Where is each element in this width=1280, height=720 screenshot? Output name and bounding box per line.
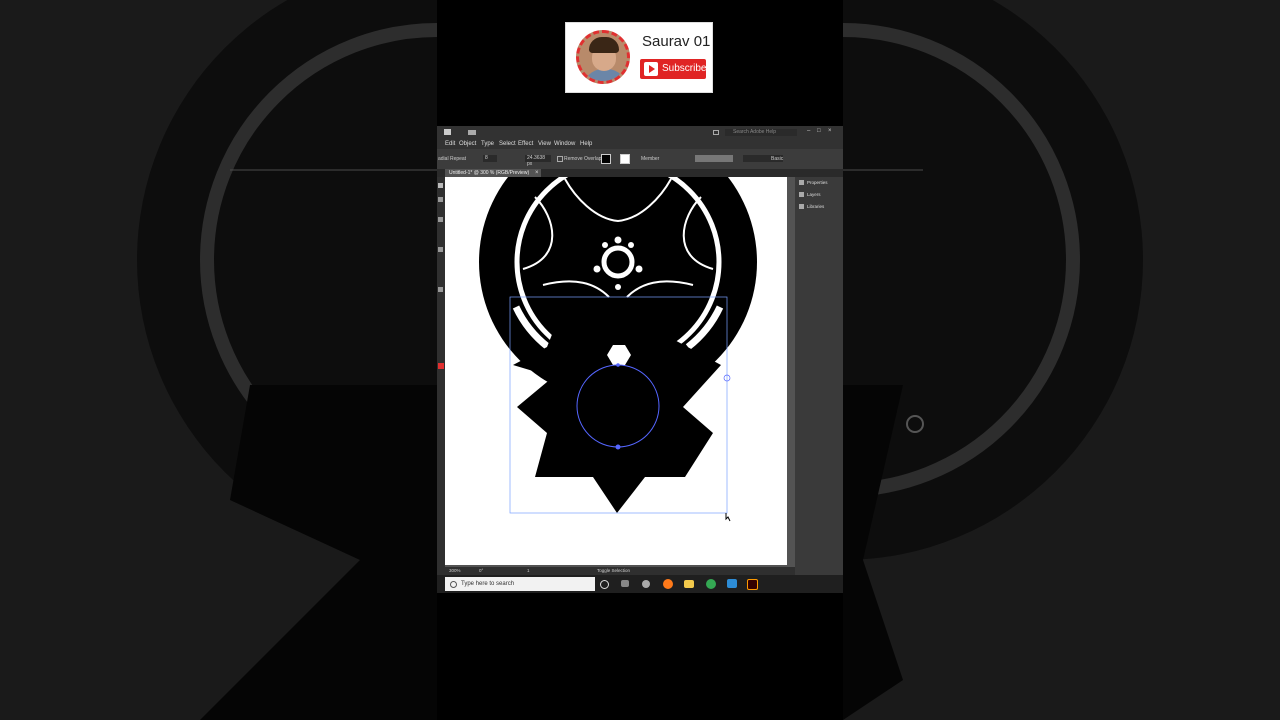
angle-field[interactable]: 0° — [479, 568, 483, 573]
selection-tool-icon[interactable] — [438, 183, 443, 188]
fill-color-icon[interactable] — [438, 363, 444, 369]
cortana-icon[interactable] — [600, 580, 609, 589]
overlap-label: Remove Overlap — [564, 156, 602, 162]
bottom-black-area — [437, 593, 843, 720]
status-bar: 300% 0° 1 Toggle Selection — [437, 567, 795, 575]
tool-hint: Toggle Selection — [597, 568, 631, 573]
menu-type[interactable]: Type — [481, 141, 494, 147]
tool-label: adial Repeat — [438, 156, 467, 162]
close-button[interactable]: × — [828, 128, 832, 134]
right-panel: Properties Layers Libraries — [795, 177, 843, 577]
taskbar-search[interactable]: Type here to search — [445, 577, 595, 591]
background-artwork-right — [843, 0, 1143, 720]
search-icon — [450, 581, 457, 588]
arrange-documents-icon[interactable] — [713, 130, 719, 135]
menu-edit[interactable]: Edit — [445, 141, 455, 147]
illustrator-icon[interactable] — [747, 579, 758, 590]
blurred-background-right — [843, 0, 1280, 720]
menu-help[interactable]: Help — [580, 141, 592, 147]
background-artwork-left — [137, 0, 437, 720]
youtube-play-icon — [644, 62, 658, 76]
photos-icon[interactable] — [727, 579, 737, 588]
channel-name: Saurav 01 — [642, 33, 711, 50]
radius-field[interactable]: 24.3638 px — [525, 155, 551, 167]
stroke-style-label: Basic — [771, 156, 784, 162]
menu-view[interactable]: View — [538, 141, 551, 147]
instances-field[interactable]: 8 — [483, 155, 497, 162]
maximize-button[interactable]: □ — [817, 128, 821, 134]
layers-icon — [799, 192, 804, 198]
pen-tool-icon[interactable] — [438, 217, 443, 222]
canvas[interactable] — [445, 177, 787, 565]
title-bar: Search Adobe Help – □ × — [437, 126, 843, 139]
menu-object[interactable]: Object — [459, 141, 476, 147]
home-icon[interactable] — [444, 129, 451, 135]
document-tab[interactable]: Untitled-1* @ 300 % (RGB/Preview) — [445, 169, 541, 177]
panel-tab-layers[interactable]: Layers — [799, 191, 821, 199]
rotate-tool-icon[interactable] — [438, 287, 443, 292]
minimize-button[interactable]: – — [807, 128, 810, 134]
opacity-bar[interactable] — [695, 155, 733, 162]
panel-tab-libraries[interactable]: Libraries — [799, 203, 824, 211]
artboard[interactable] — [445, 177, 787, 565]
shape-tool-icon[interactable] — [438, 247, 443, 252]
workspace-switcher-icon[interactable] — [468, 130, 476, 135]
artboard-number[interactable]: 1 — [527, 568, 530, 573]
libraries-label: Libraries — [807, 204, 825, 209]
file-explorer-icon[interactable] — [684, 580, 694, 588]
channel-avatar — [576, 30, 630, 84]
menu-bar: Edit Object Type Select Effect View Wind… — [437, 139, 843, 149]
subscribe-label: Subscribe — [662, 63, 707, 74]
panel-tab-properties[interactable]: Properties — [799, 179, 828, 187]
illustrator-window: Search Adobe Help – □ × Edit Object Type… — [437, 126, 843, 593]
task-view-icon[interactable] — [621, 580, 629, 587]
layers-label: Layers — [807, 192, 821, 197]
control-bar: adial Repeat 8 24.3638 px Remove Overlap… — [437, 149, 843, 169]
artwork — [479, 177, 757, 522]
menu-select[interactable]: Select — [499, 141, 516, 147]
zoom-field[interactable]: 300% — [449, 568, 461, 573]
libraries-icon — [799, 204, 804, 210]
windows-taskbar: Type here to search — [437, 575, 843, 593]
stroke-profile[interactable]: Member — [641, 156, 659, 162]
menu-window[interactable]: Window — [554, 141, 575, 147]
properties-icon — [799, 180, 804, 186]
subscribe-button[interactable]: Subscribe — [640, 59, 706, 79]
direct-selection-tool-icon[interactable] — [438, 197, 443, 202]
firefox-icon[interactable] — [663, 579, 673, 589]
settings-icon[interactable] — [642, 580, 650, 588]
taskbar-search-label: Type here to search — [461, 581, 515, 587]
menu-effect[interactable]: Effect — [518, 141, 533, 147]
tools-panel — [437, 177, 445, 577]
fill-swatch[interactable] — [601, 154, 611, 164]
overlap-checkbox[interactable] — [557, 156, 563, 162]
stroke-swatch[interactable] — [620, 154, 630, 164]
blurred-background-left — [0, 0, 437, 720]
channel-badge[interactable]: Saurav 01 Subscribe — [565, 22, 713, 93]
close-tab-icon[interactable]: × — [535, 169, 539, 177]
document-tabs: Untitled-1* @ 300 % (RGB/Preview) × — [437, 169, 843, 177]
help-search-field[interactable]: Search Adobe Help — [725, 129, 797, 136]
properties-label: Properties — [807, 180, 828, 185]
chrome-icon[interactable] — [706, 579, 716, 589]
